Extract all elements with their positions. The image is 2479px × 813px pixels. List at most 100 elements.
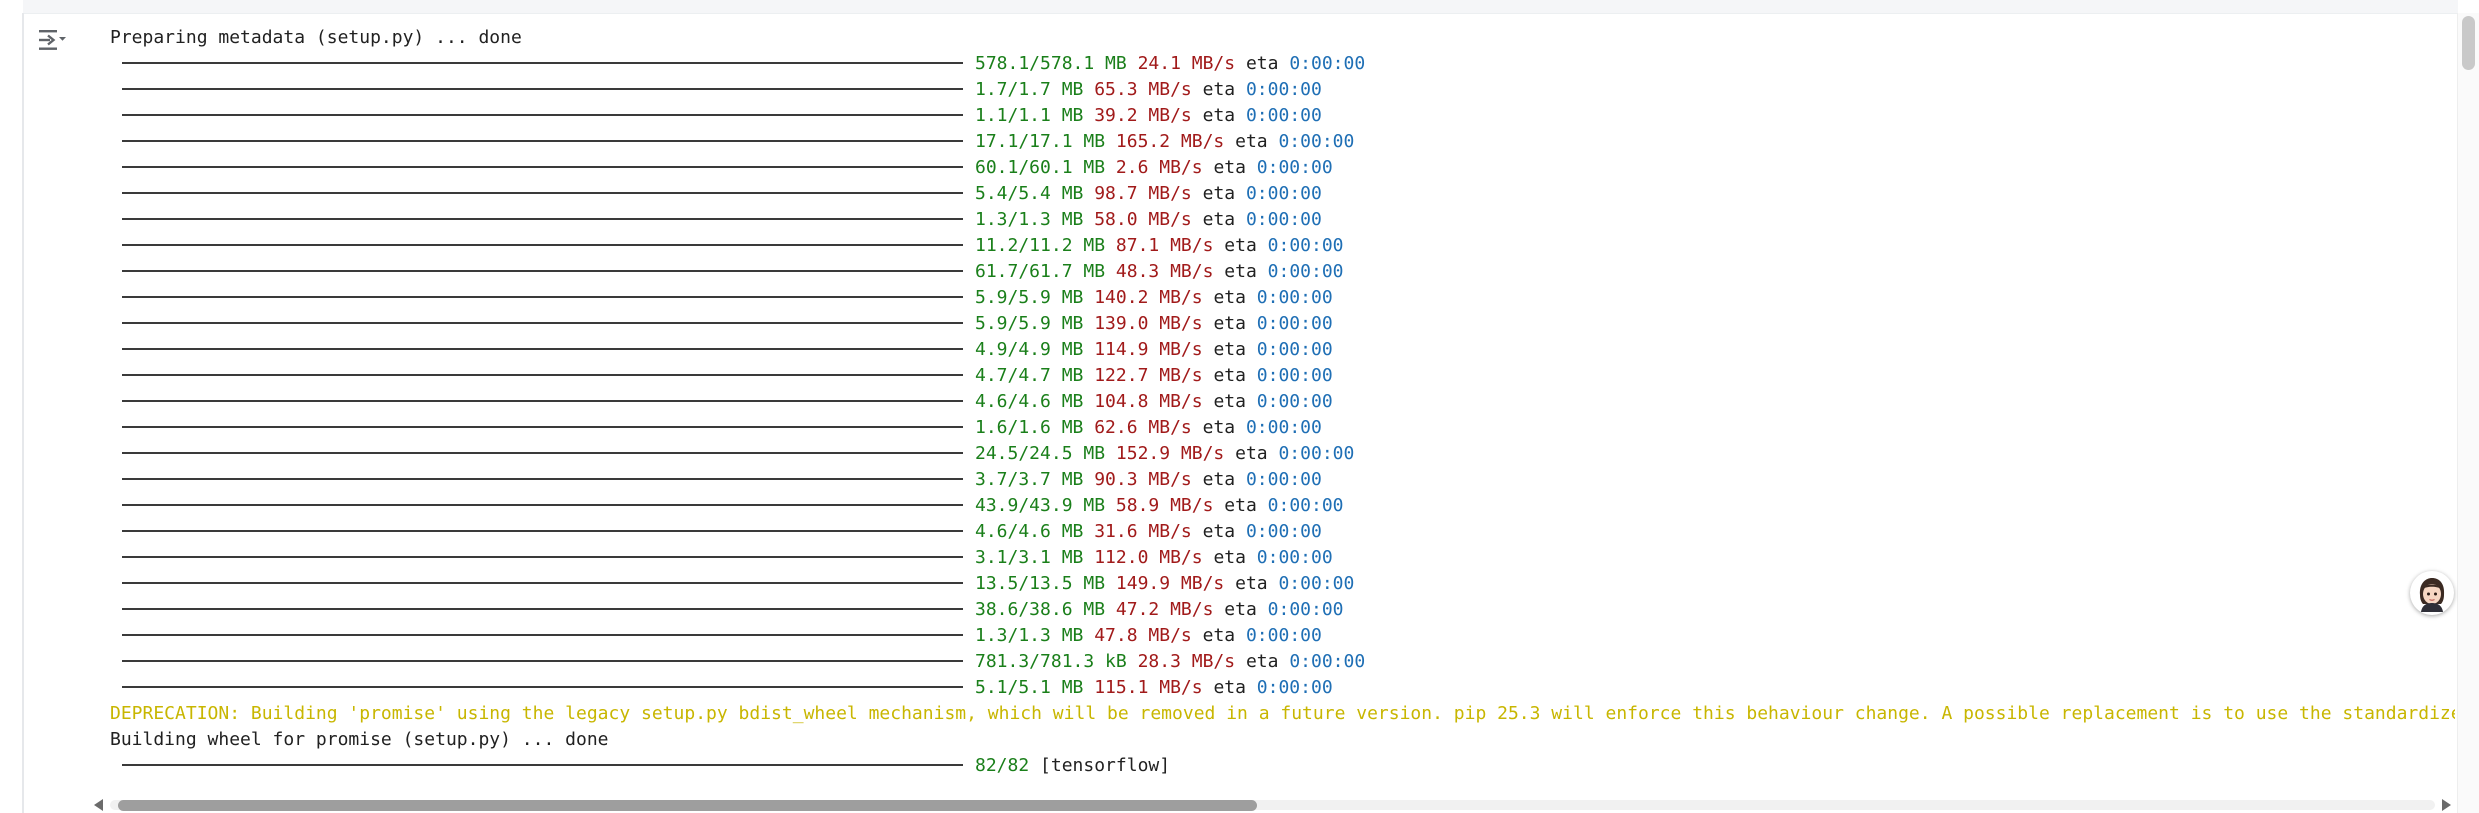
eta-label: eta xyxy=(1213,547,1246,568)
progress-bar xyxy=(122,114,963,116)
progress-bar xyxy=(122,660,963,662)
progress-bar xyxy=(122,400,963,402)
eta-label: eta xyxy=(1213,365,1246,386)
progress-bar xyxy=(122,62,963,64)
eta-label: eta xyxy=(1213,391,1246,412)
scroll-left-arrow-icon[interactable] xyxy=(94,799,103,811)
download-size: 1.1/1.1 MB xyxy=(975,105,1084,126)
cell-top-strip xyxy=(23,0,2458,14)
progress-bar xyxy=(122,452,963,454)
download-progress-line: 4.9/4.9 MB 114.9 MB/s eta 0:00:00 xyxy=(110,337,2455,363)
eta-value: 0:00:00 xyxy=(1267,261,1344,282)
download-speed: 47.2 MB/s xyxy=(1115,599,1214,620)
download-size: 4.9/4.9 MB xyxy=(975,339,1084,360)
download-progress-line: 1.6/1.6 MB 62.6 MB/s eta 0:00:00 xyxy=(110,415,2455,441)
download-speed: 149.9 MB/s xyxy=(1115,573,1225,594)
download-progress-line: 5.9/5.9 MB 139.0 MB/s eta 0:00:00 xyxy=(110,311,2455,337)
download-speed: 152.9 MB/s xyxy=(1115,443,1225,464)
eta-label: eta xyxy=(1245,53,1279,74)
download-progress-line: 11.2/11.2 MB 87.1 MB/s eta 0:00:00 xyxy=(110,233,2455,259)
eta-value: 0:00:00 xyxy=(1245,209,1322,230)
assistant-avatar-button[interactable] xyxy=(2410,571,2454,615)
progress-bar xyxy=(122,322,963,324)
progress-bar xyxy=(122,244,963,246)
progress-bar xyxy=(122,582,963,584)
eta-value: 0:00:00 xyxy=(1245,183,1322,204)
download-speed: 122.7 MB/s xyxy=(1094,365,1203,386)
progress-bar xyxy=(122,140,963,142)
eta-value: 0:00:00 xyxy=(1256,547,1333,568)
output-toggle-button[interactable] xyxy=(36,26,68,54)
download-progress-line: 4.6/4.6 MB 104.8 MB/s eta 0:00:00 xyxy=(110,389,2455,415)
eta-value: 0:00:00 xyxy=(1256,365,1333,386)
eta-label: eta xyxy=(1235,573,1268,594)
eta-value: 0:00:00 xyxy=(1278,573,1355,594)
eta-label: eta xyxy=(1224,599,1257,620)
download-size: 5.9/5.9 MB xyxy=(975,313,1084,334)
download-speed: 165.2 MB/s xyxy=(1115,131,1225,152)
download-progress-line: 60.1/60.1 MB 2.6 MB/s eta 0:00:00 xyxy=(110,155,2455,181)
vertical-scrollbar-thumb[interactable] xyxy=(2462,16,2475,70)
progress-package: [tensorflow] xyxy=(1040,755,1171,776)
download-size: 578.1/578.1 MB xyxy=(975,53,1127,74)
notebook-cell-output-frame: Preparing metadata (setup.py) ... done 5… xyxy=(0,0,2479,813)
progress-bar xyxy=(122,634,963,636)
download-size: 781.3/781.3 kB xyxy=(975,651,1127,672)
download-progress-line: 1.3/1.3 MB 58.0 MB/s eta 0:00:00 xyxy=(110,207,2455,233)
eta-label: eta xyxy=(1245,651,1279,672)
download-speed: 104.8 MB/s xyxy=(1094,391,1203,412)
progress-bar xyxy=(122,608,963,610)
eta-label: eta xyxy=(1202,105,1236,126)
progress-bar xyxy=(122,504,963,506)
download-size: 1.6/1.6 MB xyxy=(975,417,1084,438)
download-speed: 24.1 MB/s xyxy=(1137,53,1236,74)
download-size: 3.1/3.1 MB xyxy=(975,547,1084,568)
download-speed: 115.1 MB/s xyxy=(1094,677,1203,698)
eta-value: 0:00:00 xyxy=(1256,339,1333,360)
download-size: 24.5/24.5 MB xyxy=(975,443,1106,464)
download-progress-line: 5.4/5.4 MB 98.7 MB/s eta 0:00:00 xyxy=(110,181,2455,207)
vertical-scrollbar[interactable] xyxy=(2457,13,2479,813)
eta-value: 0:00:00 xyxy=(1256,677,1333,698)
eta-value: 0:00:00 xyxy=(1245,105,1322,126)
output-toggle-icon xyxy=(39,30,66,50)
download-size: 38.6/38.6 MB xyxy=(975,599,1106,620)
progress-bar xyxy=(122,166,963,168)
eta-value: 0:00:00 xyxy=(1289,53,1366,74)
eta-label: eta xyxy=(1213,339,1246,360)
download-size: 5.4/5.4 MB xyxy=(975,183,1084,204)
download-size: 3.7/3.7 MB xyxy=(975,469,1084,490)
download-size: 5.9/5.9 MB xyxy=(975,287,1084,308)
download-speed: 65.3 MB/s xyxy=(1094,79,1192,100)
download-speed: 47.8 MB/s xyxy=(1094,625,1192,646)
download-progress-line: 17.1/17.1 MB 165.2 MB/s eta 0:00:00 xyxy=(110,129,2455,155)
horizontal-scrollbar-thumb[interactable] xyxy=(118,800,1257,811)
eta-label: eta xyxy=(1202,183,1236,204)
progress-bar xyxy=(122,88,963,90)
output-line-final-progress: 82/82 [tensorflow] xyxy=(110,753,2455,779)
eta-label: eta xyxy=(1202,209,1236,230)
download-speed: 90.3 MB/s xyxy=(1094,469,1192,490)
download-progress-line: 3.7/3.7 MB 90.3 MB/s eta 0:00:00 xyxy=(110,467,2455,493)
scroll-right-arrow-icon[interactable] xyxy=(2442,799,2451,811)
download-speed: 2.6 MB/s xyxy=(1115,157,1203,178)
download-progress-line: 5.9/5.9 MB 140.2 MB/s eta 0:00:00 xyxy=(110,285,2455,311)
download-progress-line: 1.1/1.1 MB 39.2 MB/s eta 0:00:00 xyxy=(110,103,2455,129)
download-speed: 114.9 MB/s xyxy=(1094,339,1203,360)
progress-bar xyxy=(122,296,963,298)
download-speed: 87.1 MB/s xyxy=(1115,235,1214,256)
download-progress-line: 13.5/13.5 MB 149.9 MB/s eta 0:00:00 xyxy=(110,571,2455,597)
eta-label: eta xyxy=(1202,625,1236,646)
download-size: 5.1/5.1 MB xyxy=(975,677,1084,698)
output-line-deprecation: DEPRECATION: Building 'promise' using th… xyxy=(110,703,2455,724)
download-speed: 140.2 MB/s xyxy=(1094,287,1203,308)
eta-value: 0:00:00 xyxy=(1256,157,1333,178)
download-progress-line: 43.9/43.9 MB 58.9 MB/s eta 0:00:00 xyxy=(110,493,2455,519)
download-size: 60.1/60.1 MB xyxy=(975,157,1106,178)
download-size: 17.1/17.1 MB xyxy=(975,131,1106,152)
download-speed: 31.6 MB/s xyxy=(1094,521,1192,542)
download-progress-line: 3.1/3.1 MB 112.0 MB/s eta 0:00:00 xyxy=(110,545,2455,571)
horizontal-scrollbar[interactable] xyxy=(90,795,2455,813)
download-speed: 58.0 MB/s xyxy=(1094,209,1192,230)
download-speed: 39.2 MB/s xyxy=(1094,105,1192,126)
